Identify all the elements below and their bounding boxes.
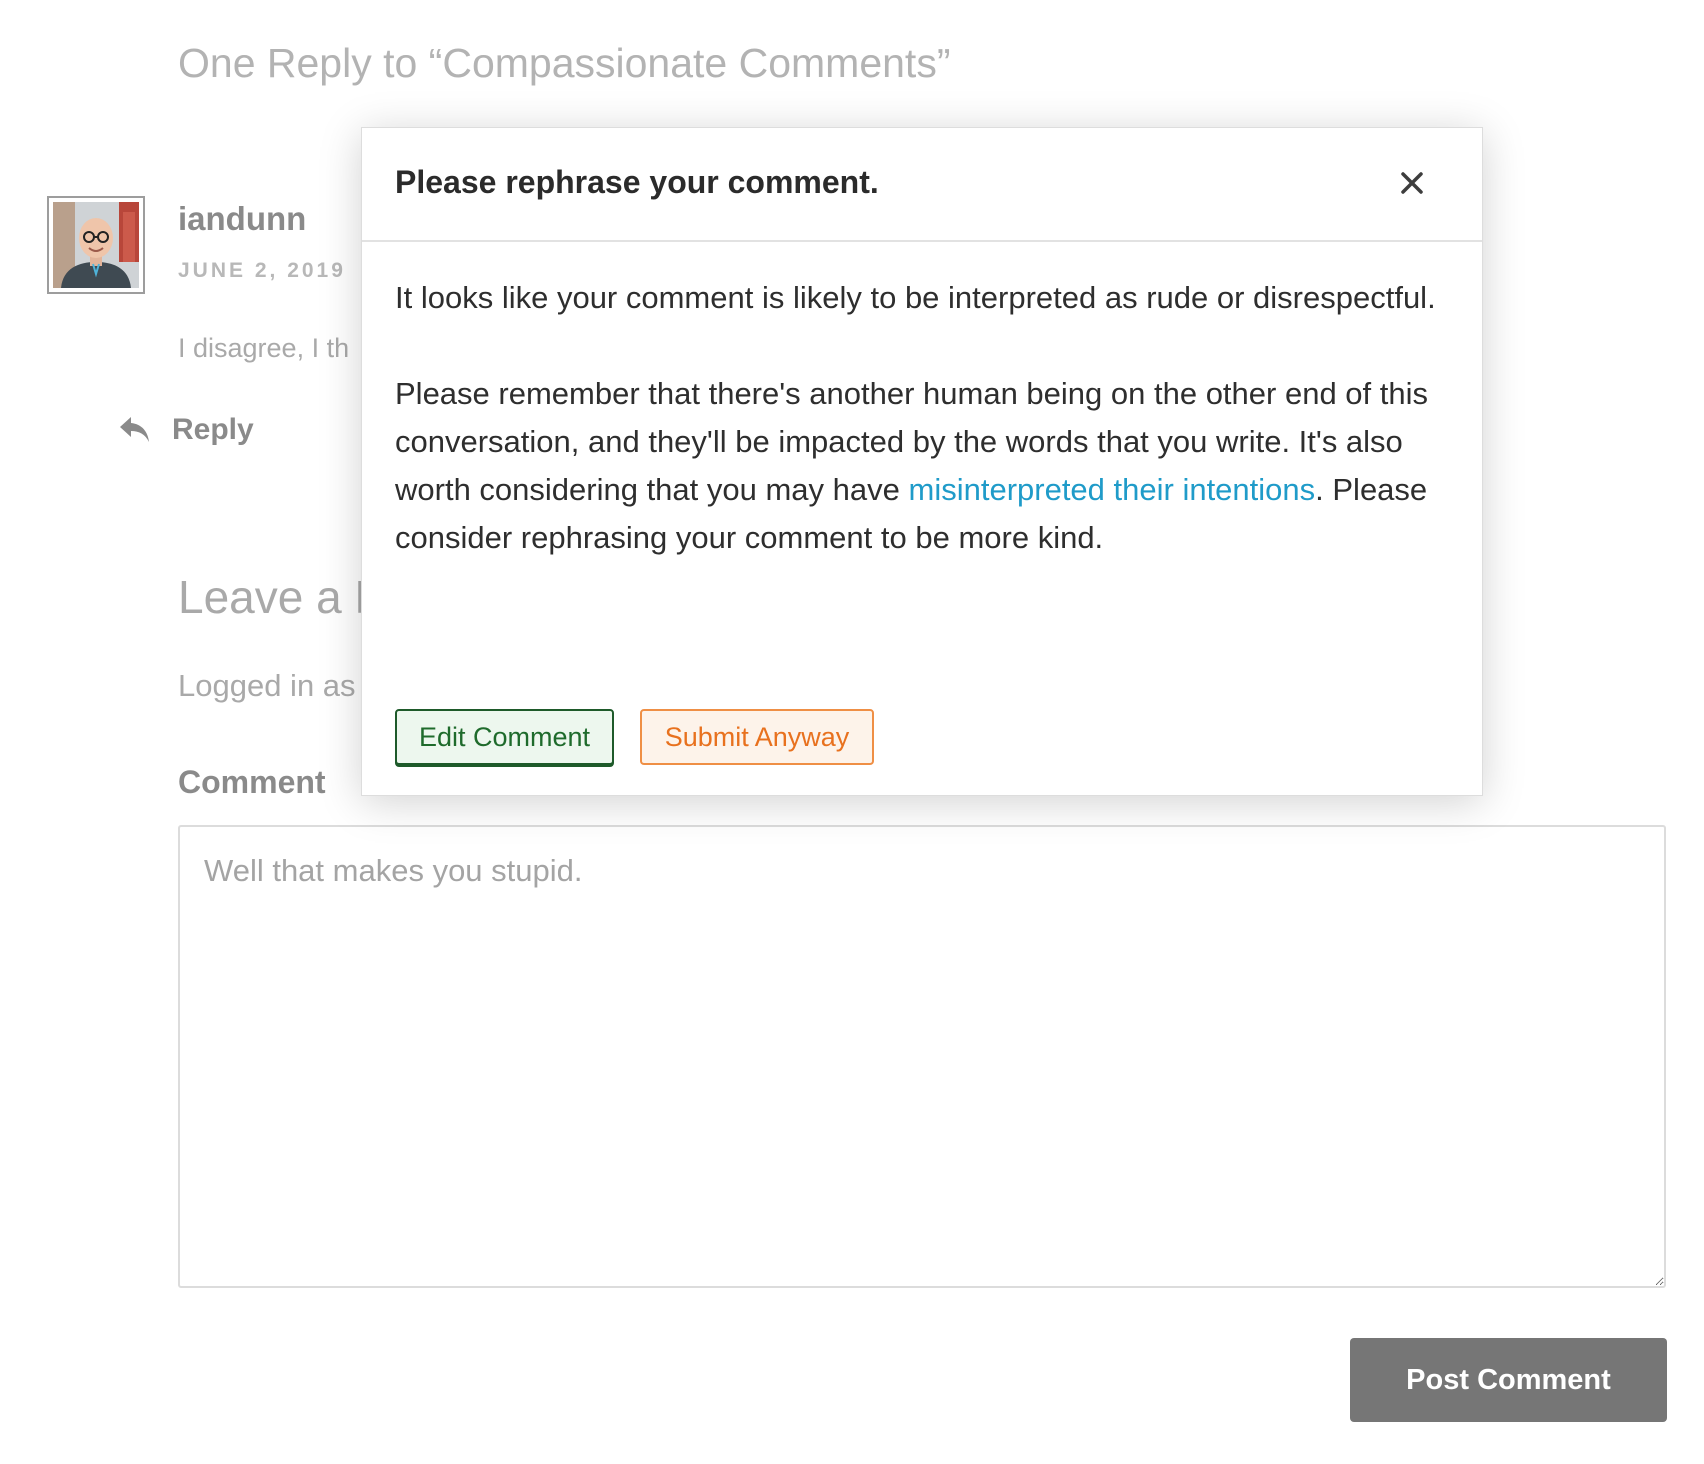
modal-actions: Edit Comment Submit Anyway: [395, 709, 874, 765]
post-comment-button[interactable]: Post Comment: [1350, 1338, 1667, 1422]
reply-link[interactable]: Reply: [118, 413, 254, 447]
reply-arrow-icon: [118, 415, 152, 445]
comment-author[interactable]: iandunn: [178, 200, 306, 238]
modal-paragraph-1: It looks like your comment is likely to …: [395, 280, 1436, 315]
close-icon: [1401, 172, 1423, 194]
avatar[interactable]: [47, 196, 145, 294]
rephrase-modal: Please rephrase your comment. It looks l…: [361, 127, 1483, 796]
comments-title: One Reply to “Compassionate Comments”: [178, 40, 951, 86]
modal-paragraph-2: Please remember that there's another hum…: [395, 370, 1455, 562]
logged-in-text: Logged in as: [178, 668, 356, 703]
modal-title: Please rephrase your comment.: [395, 164, 879, 200]
comment-date[interactable]: JUNE 2, 2019: [178, 259, 346, 283]
modal-body: It looks like your comment is likely to …: [395, 274, 1455, 610]
submit-anyway-button[interactable]: Submit Anyway: [640, 709, 874, 765]
close-button[interactable]: [1394, 165, 1430, 201]
comment-text: I disagree, I th: [178, 333, 350, 363]
modal-header: Please rephrase your comment.: [362, 128, 1482, 242]
comment-textarea[interactable]: Well that makes you stupid.: [178, 825, 1666, 1288]
edit-comment-button[interactable]: Edit Comment: [395, 709, 614, 765]
avatar-photo: [53, 202, 139, 288]
leave-reply-title: Leave a R: [178, 571, 388, 623]
reply-label: Reply: [172, 413, 254, 446]
misinterpreted-intentions-link[interactable]: misinterpreted their intentions: [909, 472, 1316, 507]
comment-label: Comment: [178, 764, 326, 800]
